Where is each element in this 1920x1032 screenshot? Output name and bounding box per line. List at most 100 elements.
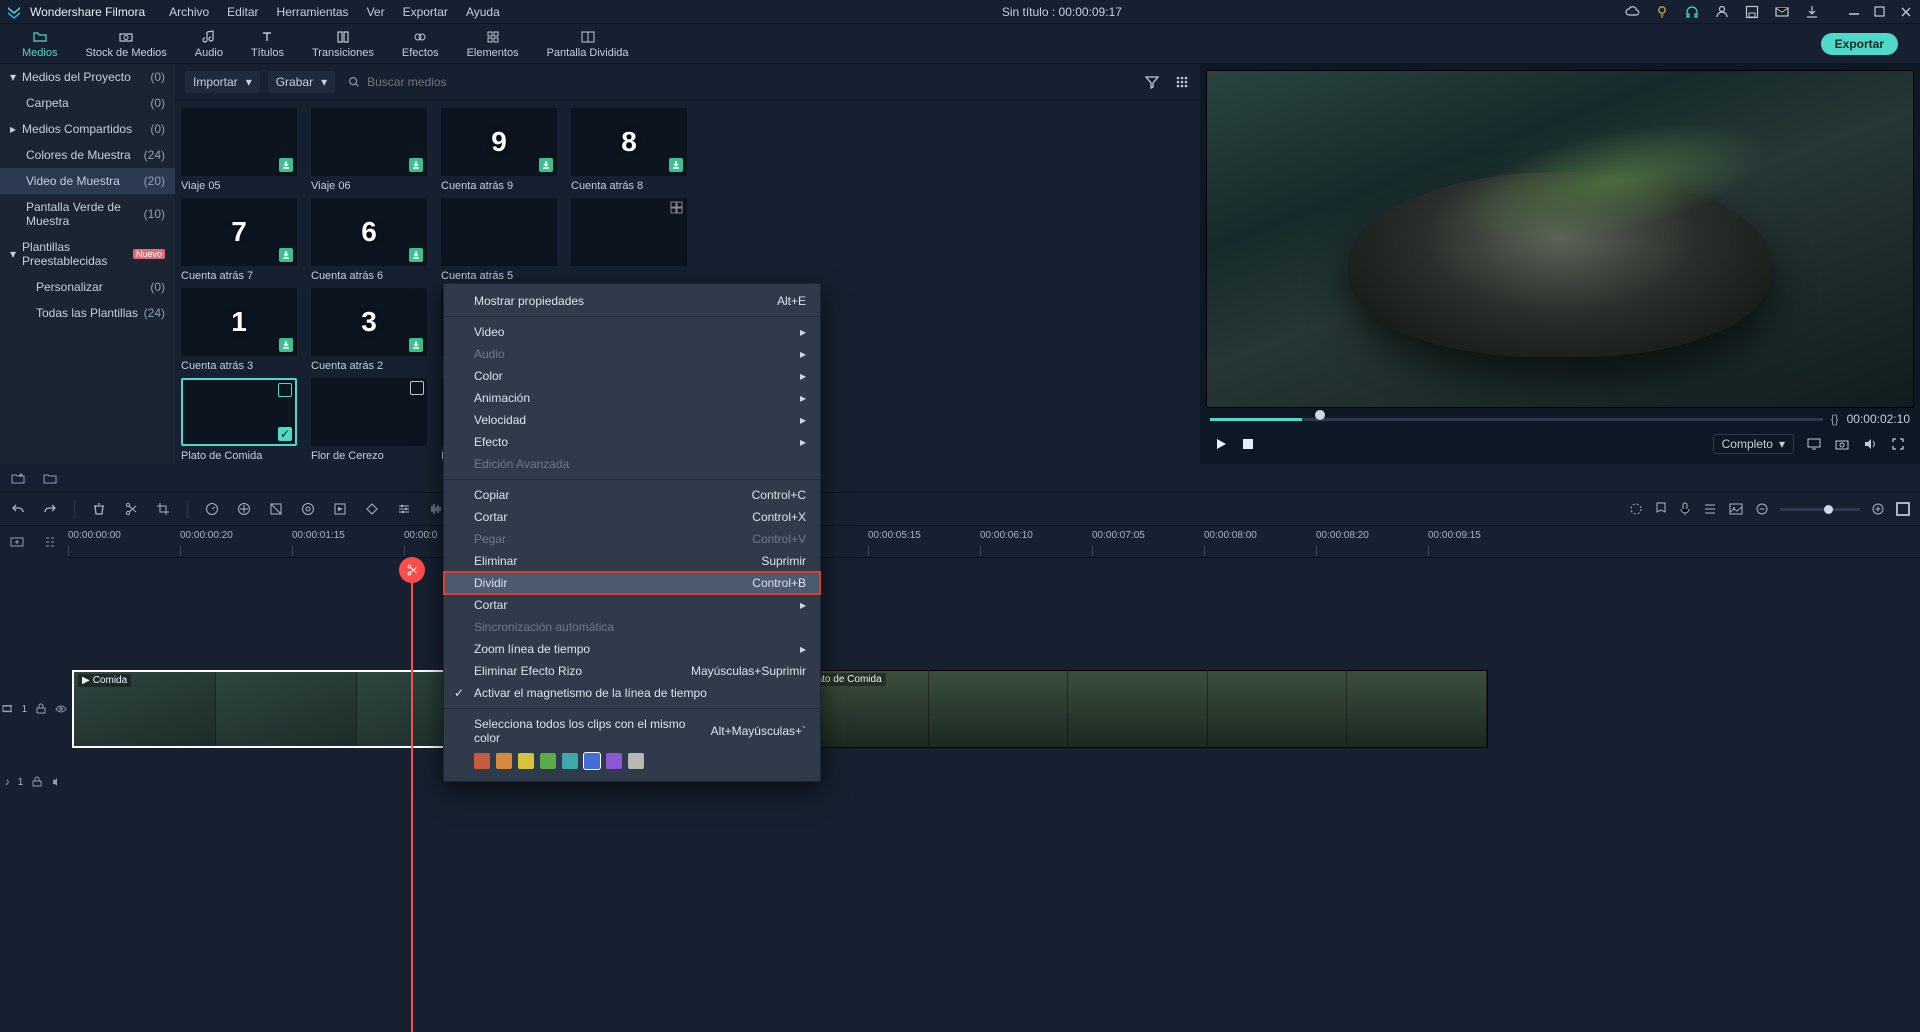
sidebar-item-carpeta[interactable]: Carpeta(0)	[0, 90, 175, 116]
sidebar-item-video-muestra[interactable]: Video de Muestra(20)	[0, 168, 175, 194]
ctx-item[interactable]: Animación▸	[444, 387, 820, 409]
ctx-item[interactable]: CopiarControl+C	[444, 484, 820, 506]
sidebar-item-colores[interactable]: Colores de Muestra(24)	[0, 142, 175, 168]
ctx-item[interactable]: Mostrar propiedadesAlt+E	[444, 290, 820, 312]
undo-icon[interactable]	[10, 501, 26, 517]
greenscreen-icon[interactable]	[300, 501, 316, 517]
markout-icon[interactable]: }	[1835, 412, 1839, 426]
download-badge-icon[interactable]	[539, 158, 553, 172]
track-add-icon[interactable]	[9, 534, 25, 550]
ctx-item[interactable]: Eliminar Efecto RizoMayúsculas+Suprimir	[444, 660, 820, 682]
color-swatch[interactable]	[628, 753, 644, 769]
media-thumb[interactable]: 1Cuenta atrás 3	[181, 288, 297, 372]
media-thumb[interactable]: Viaje 06	[311, 108, 427, 192]
clip-plato-comida[interactable]: ▶Plato de Comida	[788, 670, 1488, 748]
ctx-item[interactable]: Zoom línea de tiempo▸	[444, 638, 820, 660]
tab-transiciones[interactable]: Transiciones	[298, 24, 388, 64]
color-swatch[interactable]	[540, 753, 556, 769]
marker-icon[interactable]	[1654, 501, 1668, 517]
cloud-icon[interactable]	[1624, 4, 1640, 20]
color-swatch[interactable]	[474, 753, 490, 769]
ctx-item[interactable]: Video▸	[444, 321, 820, 343]
new-bin-icon[interactable]	[10, 470, 26, 486]
mixer-icon[interactable]	[1702, 501, 1718, 517]
media-thumb[interactable]: 7Cuenta atrás 7	[181, 198, 297, 282]
zoom-handle[interactable]	[1824, 505, 1833, 514]
tab-audio[interactable]: Audio	[181, 24, 237, 64]
menu-archivo[interactable]: Archivo	[169, 5, 209, 19]
sidebar-item-todas[interactable]: Todas las Plantillas(24)	[0, 300, 175, 326]
tab-splitscreen[interactable]: Pantalla Dividida	[533, 24, 643, 64]
import-dropdown[interactable]: Importar▾	[185, 71, 260, 93]
ctx-item[interactable]: EliminarSuprimir	[444, 550, 820, 572]
render-icon[interactable]	[332, 501, 348, 517]
sidebar-item-proyecto[interactable]: ▾Medios del Proyecto(0)	[0, 64, 175, 90]
eye-icon[interactable]	[55, 703, 67, 715]
play-icon[interactable]	[1214, 437, 1228, 451]
download-badge-icon[interactable]	[409, 338, 423, 352]
ctx-item[interactable]: DividirControl+B	[444, 572, 820, 594]
scrub-handle[interactable]	[1315, 410, 1325, 420]
color-icon[interactable]	[268, 501, 284, 517]
media-thumb[interactable]: 8Cuenta atrás 8	[571, 108, 687, 192]
zoom-in-icon[interactable]	[1870, 501, 1886, 517]
volume-icon[interactable]	[1862, 436, 1878, 452]
media-thumb[interactable]: ✓Plato de Comida	[181, 378, 297, 462]
media-thumb[interactable]: 3Cuenta atrás 2	[311, 288, 427, 372]
monitor-icon[interactable]	[1806, 436, 1822, 452]
color-swatch[interactable]	[518, 753, 534, 769]
filter-icon[interactable]	[1144, 74, 1160, 90]
close-icon[interactable]	[1898, 4, 1914, 20]
download-badge-icon[interactable]	[279, 158, 293, 172]
tab-medios[interactable]: Medios	[8, 24, 71, 64]
track-head-a1[interactable]: ♪ 1	[0, 768, 68, 796]
voiceover-icon[interactable]	[1678, 501, 1692, 517]
track-manage-icon[interactable]	[43, 534, 59, 550]
tab-stock[interactable]: Stock de Medios	[71, 24, 180, 64]
mark-icon[interactable]	[1628, 501, 1644, 517]
tab-efectos[interactable]: Efectos	[388, 24, 453, 64]
crop-icon[interactable]	[155, 501, 171, 517]
sidebar-item-pantalla-verde[interactable]: Pantalla Verde de Muestra(10)	[0, 194, 175, 234]
sidebar-item-compartidos[interactable]: ▸Medios Compartidos(0)	[0, 116, 175, 142]
delete-icon[interactable]	[91, 501, 107, 517]
menu-editar[interactable]: Editar	[227, 5, 258, 19]
split-icon[interactable]	[123, 501, 139, 517]
search-input[interactable]	[367, 75, 1132, 89]
sidebar-item-personalizar[interactable]: Personalizar(0)	[0, 274, 175, 300]
record-dropdown[interactable]: Grabar▾	[268, 71, 335, 93]
media-thumb[interactable]: Viaje 05	[181, 108, 297, 192]
color-swatch[interactable]	[606, 753, 622, 769]
audio-sync-icon[interactable]	[428, 501, 444, 517]
export-button[interactable]: Exportar	[1821, 33, 1898, 55]
lightbulb-icon[interactable]	[1654, 4, 1670, 20]
menu-ayuda[interactable]: Ayuda	[466, 5, 500, 19]
user-icon[interactable]	[1714, 4, 1730, 20]
media-thumb[interactable]: Cuenta atrás 5	[441, 198, 557, 282]
download-badge-icon[interactable]	[409, 158, 423, 172]
media-thumb[interactable]: 9Cuenta atrás 9	[441, 108, 557, 192]
sidebar-item-plantillas[interactable]: ▾Plantillas Preestablecidas Nuevo	[0, 234, 175, 274]
lock-icon[interactable]	[35, 703, 47, 715]
adjust-icon[interactable]	[396, 501, 412, 517]
speed-icon[interactable]	[204, 501, 220, 517]
ctx-item[interactable]: Selecciona todos los clips con el mismo …	[444, 713, 820, 749]
picture-icon[interactable]	[1728, 501, 1744, 517]
media-thumb[interactable]	[571, 198, 687, 282]
lock-icon[interactable]	[31, 776, 43, 788]
menu-ver[interactable]: Ver	[367, 5, 385, 19]
media-thumb[interactable]: Flor de Cerezo	[311, 378, 427, 462]
headphones-icon[interactable]	[1684, 4, 1700, 20]
quality-dropdown[interactable]: Completo▾	[1713, 434, 1794, 454]
menu-herramientas[interactable]: Herramientas	[277, 5, 349, 19]
ctx-item[interactable]: Velocidad▸	[444, 409, 820, 431]
open-bin-icon[interactable]	[42, 470, 58, 486]
redo-icon[interactable]	[42, 501, 58, 517]
expand-badge-icon[interactable]	[670, 201, 684, 215]
keyframe-icon[interactable]	[364, 501, 380, 517]
ctx-item[interactable]: CortarControl+X	[444, 506, 820, 528]
ctx-item[interactable]: Efecto▸	[444, 431, 820, 453]
tab-elementos[interactable]: Elementos	[453, 24, 533, 64]
color-swatch[interactable]	[496, 753, 512, 769]
grid-view-icon[interactable]	[1174, 74, 1190, 90]
